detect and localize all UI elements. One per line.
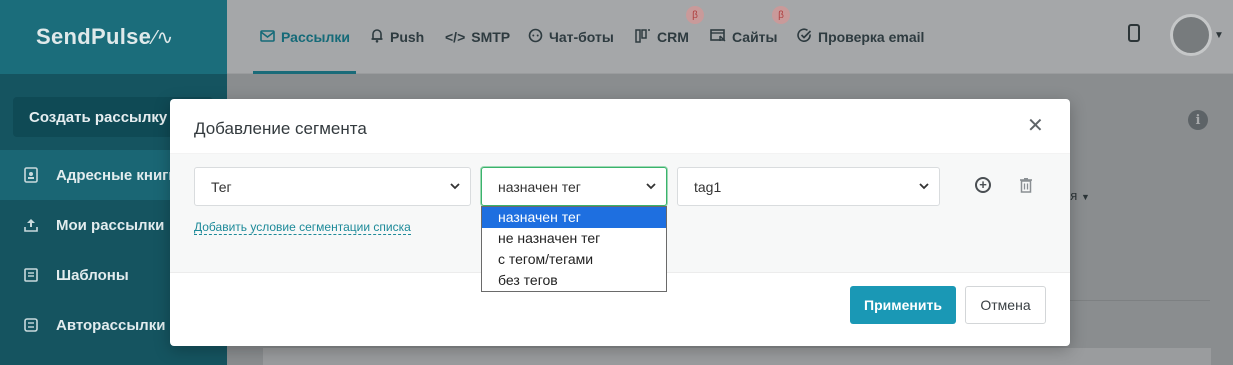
site-icon [710, 28, 726, 46]
nav-item-sites[interactable]: Сайты [710, 0, 778, 74]
mobile-icon[interactable] [1128, 24, 1140, 42]
add-segmentation-condition-link[interactable]: Добавить условие сегментации списка [194, 220, 411, 235]
active-tab-indicator [253, 71, 356, 74]
chevron-down-icon [919, 183, 929, 190]
code-icon: </> [445, 29, 466, 45]
sidebar-item-label: Шаблоны [56, 266, 129, 284]
trash-icon[interactable] [1019, 177, 1033, 193]
operator-select-value: назначен тег [498, 178, 581, 195]
template-icon [22, 266, 40, 284]
sidebar-item-label: Мои рассылки [56, 216, 165, 234]
avatar[interactable] [1170, 14, 1212, 56]
nav-item-campaigns[interactable]: Рассылки [260, 0, 350, 74]
address-book-icon [22, 166, 40, 184]
upload-icon [22, 216, 40, 234]
operator-options-list: назначен тег не назначен тег с тегом/тег… [481, 206, 667, 292]
info-icon[interactable]: i [1188, 110, 1208, 130]
field-select[interactable]: Тег [194, 167, 471, 206]
beta-badge-crm: β [686, 6, 704, 24]
automation-icon [22, 316, 40, 334]
divider [1070, 300, 1210, 301]
apply-button[interactable]: Применить [850, 286, 956, 324]
chevron-down-icon [450, 183, 460, 190]
logo[interactable]: SendPulse ⁄∿ [0, 0, 227, 74]
chevron-down-icon[interactable]: ▼ [1214, 30, 1224, 41]
nav-item-label: CRM [657, 29, 689, 45]
nav-item-label: Проверка email [818, 29, 925, 45]
mail-icon [260, 29, 275, 45]
sidebar-item-label: Авторассылки [56, 316, 166, 334]
nav-item-chatbots[interactable]: Чат-боты [528, 0, 614, 74]
option-not-assigned-tag[interactable]: не назначен тег [482, 228, 666, 249]
background-panel [263, 348, 1211, 365]
bell-icon [370, 28, 384, 46]
pulse-icon: ⁄∿ [153, 26, 174, 49]
nav-item-smtp[interactable]: </> SMTP [445, 0, 510, 74]
cancel-button[interactable]: Отмена [965, 286, 1046, 324]
nav-item-label: Чат-боты [549, 29, 614, 45]
chevron-down-icon [646, 183, 656, 190]
crm-icon [635, 28, 651, 46]
nav-item-label: SMTP [471, 29, 511, 45]
chatbot-icon [528, 28, 543, 46]
check-circle-icon [797, 28, 812, 46]
nav-item-label: Push [390, 29, 425, 45]
option-with-tags[interactable]: с тегом/тегами [482, 249, 666, 270]
tag-select-value: tag1 [694, 178, 722, 195]
nav-item-push[interactable]: Push [370, 0, 424, 74]
sidebar-item-label: Адресные книги [56, 166, 178, 184]
option-without-tags[interactable]: без тегов [482, 270, 666, 291]
modal-title: Добавление сегмента [194, 119, 367, 138]
nav-item-label: Рассылки [281, 29, 350, 45]
close-icon[interactable]: ✕ [1027, 116, 1044, 136]
beta-badge-sites: β [772, 6, 790, 24]
caret-down-icon: ▼ [1080, 192, 1090, 202]
nav-item-email-verification[interactable]: Проверка email [797, 0, 924, 74]
nav-item-crm[interactable]: CRM [635, 0, 689, 74]
nav-item-label: Сайты [732, 29, 778, 45]
operator-select[interactable]: назначен тег [481, 167, 667, 206]
logo-text: SendPulse [36, 24, 152, 49]
create-campaign-label: Создать рассылку [29, 108, 168, 126]
field-select-value: Тег [211, 178, 232, 195]
add-condition-icon[interactable]: + [975, 177, 991, 193]
tag-select[interactable]: tag1 [677, 167, 940, 206]
option-assigned-tag[interactable]: назначен тег [482, 207, 666, 228]
